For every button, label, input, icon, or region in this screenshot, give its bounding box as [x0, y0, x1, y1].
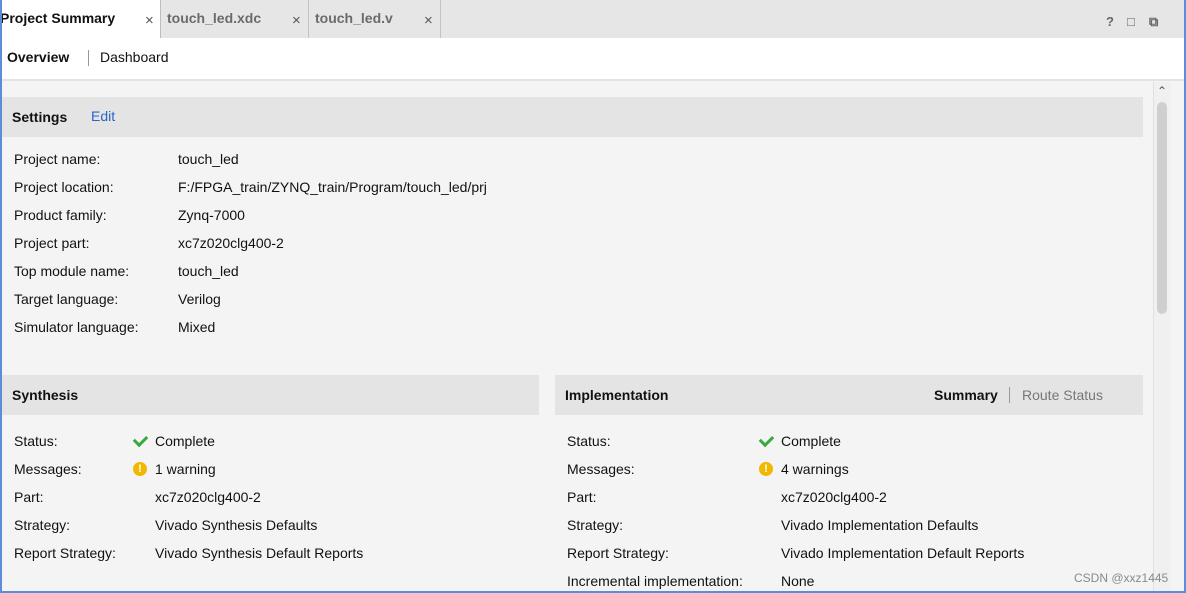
window-border [0, 0, 1186, 593]
